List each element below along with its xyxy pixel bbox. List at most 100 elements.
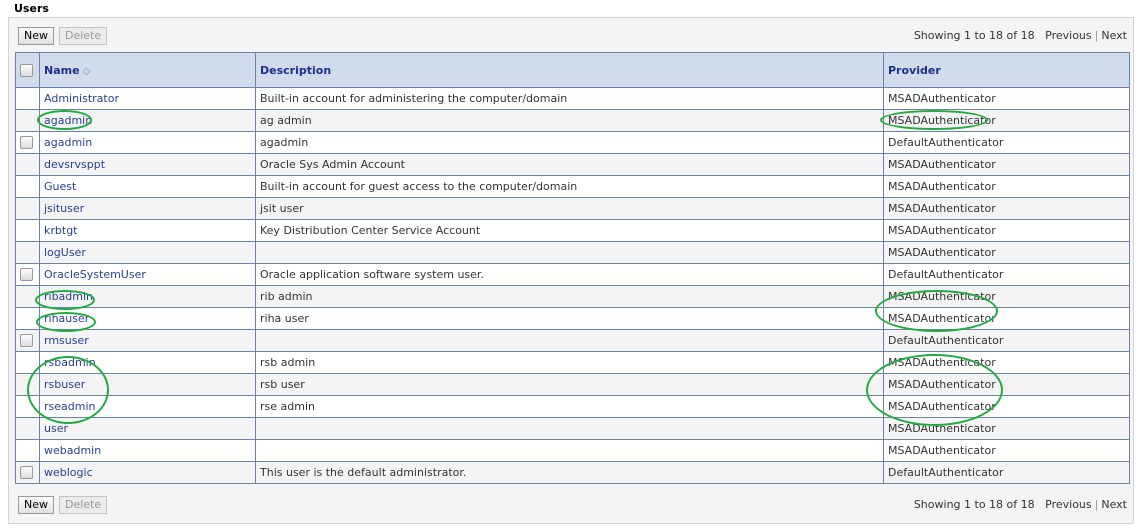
user-description: Oracle Sys Admin Account (255, 153, 884, 176)
user-provider: MSADAuthenticator (883, 153, 1130, 176)
user-description (255, 439, 884, 462)
table-row: rsbuser rsb user MSADAuthenticator (15, 373, 1130, 396)
row-select-cell (15, 461, 40, 484)
user-provider: MSADAuthenticator (883, 109, 1130, 132)
pagination-separator: | (1094, 29, 1099, 42)
user-name-link[interactable]: devsrvsppt (39, 153, 256, 176)
user-name-link[interactable]: weblogic (39, 461, 256, 484)
row-select-cell (15, 417, 40, 440)
user-description (255, 241, 884, 264)
table-row: rmsuser DefaultAuthenticator (15, 329, 1130, 352)
table-header-row: Name ◇ Description Provider (15, 52, 1130, 88)
user-name-link[interactable]: OracleSystemUser (39, 263, 256, 286)
user-name-link[interactable]: agadmin (39, 131, 256, 154)
table-row: rsbadmin rsb admin MSADAuthenticator (15, 351, 1130, 374)
user-description: rsb admin (255, 351, 884, 374)
row-select-cell (15, 439, 40, 462)
row-checkbox[interactable] (20, 466, 33, 480)
user-provider: DefaultAuthenticator (883, 461, 1130, 484)
user-provider: DefaultAuthenticator (883, 329, 1130, 352)
user-description: Built-in account for administering the c… (255, 87, 884, 110)
user-name-link[interactable]: rseadmin (39, 395, 256, 418)
delete-user-button-bottom[interactable]: Delete (59, 496, 108, 514)
row-select-cell (15, 219, 40, 242)
table-row: devsrvsppt Oracle Sys Admin Account MSADAu… (15, 153, 1130, 176)
user-provider: MSADAuthenticator (883, 241, 1130, 264)
user-provider: MSADAuthenticator (883, 87, 1130, 110)
table-row: user MSADAuthenticator (15, 417, 1130, 440)
column-header-description-label: Description (260, 63, 332, 77)
row-select-cell (15, 109, 40, 132)
user-description: Built-in account for guest access to the… (255, 175, 884, 198)
user-description: agadmin (255, 131, 884, 154)
table-row: weblogic This user is the default adminis… (15, 461, 1130, 484)
table-row: jsituser jsit user MSADAuthenticator (15, 197, 1130, 220)
user-description (255, 417, 884, 440)
row-select-cell (15, 153, 40, 176)
user-description: rse admin (255, 395, 884, 418)
new-user-button-bottom[interactable]: New (18, 496, 54, 514)
next-link[interactable]: Next (1101, 498, 1127, 511)
user-provider: MSADAuthenticator (883, 417, 1130, 440)
table-row: webadmin MSADAuthenticator (15, 439, 1130, 462)
new-user-button[interactable]: New (18, 27, 54, 45)
user-provider: DefaultAuthenticator (883, 131, 1130, 154)
pagination-separator: | (1094, 498, 1099, 511)
row-select-cell (15, 87, 40, 110)
user-name-link[interactable]: logUser (39, 241, 256, 264)
row-select-cell (15, 395, 40, 418)
pagination-bottom: Showing 1 to 18 of 18 Previous | Next (914, 498, 1127, 511)
row-checkbox[interactable] (20, 268, 33, 282)
column-header-description: Description (255, 52, 884, 88)
sort-ascending-icon[interactable]: ◇ (83, 66, 91, 77)
user-provider: MSADAuthenticator (883, 351, 1130, 374)
users-table: Name ◇ Description Provider Administrator… (15, 52, 1130, 484)
user-name-link[interactable]: Guest (39, 175, 256, 198)
delete-user-button[interactable]: Delete (59, 27, 108, 45)
user-name-link[interactable]: krbtgt (39, 219, 256, 242)
column-header-provider-label: Provider (888, 63, 941, 77)
table-row: logUser MSADAuthenticator (15, 241, 1130, 264)
select-all-checkbox[interactable] (20, 63, 33, 77)
bottom-toolbar: New Delete Showing 1 to 18 of 18 Previou… (17, 496, 1127, 516)
row-select-cell (15, 241, 40, 264)
row-select-cell (15, 263, 40, 286)
user-name-link[interactable]: ribadmin (39, 285, 256, 308)
pagination-status: Showing 1 to 18 of 18 (913, 498, 1035, 511)
previous-link[interactable]: Previous (1045, 498, 1092, 511)
user-provider: MSADAuthenticator (883, 285, 1130, 308)
user-name-link[interactable]: Administrator (39, 87, 256, 110)
row-checkbox[interactable] (20, 136, 33, 150)
row-select-cell (15, 175, 40, 198)
table-row: Administrator Built-in account for admini… (15, 87, 1130, 110)
table-row: OracleSystemUser Oracle application softw… (15, 263, 1130, 286)
previous-link[interactable]: Previous (1045, 29, 1092, 42)
user-name-link[interactable]: rihauser (39, 307, 256, 330)
user-name-link[interactable]: user (39, 417, 256, 440)
column-header-name[interactable]: Name ◇ (39, 52, 256, 88)
next-link[interactable]: Next (1101, 29, 1127, 42)
row-select-cell (15, 329, 40, 352)
user-name-link[interactable]: jsituser (39, 197, 256, 220)
user-name-link[interactable]: webadmin (39, 439, 256, 462)
row-select-cell (15, 373, 40, 396)
user-description: riha user (255, 307, 884, 330)
pagination-status: Showing 1 to 18 of 18 (913, 29, 1035, 42)
user-description (255, 329, 884, 352)
row-select-cell (15, 285, 40, 308)
user-description: rsb user (255, 373, 884, 396)
column-header-name-label: Name (44, 63, 80, 77)
user-provider: MSADAuthenticator (883, 307, 1130, 330)
users-panel: New Delete Showing 1 to 18 of 18 Previou… (8, 17, 1134, 524)
row-checkbox[interactable] (20, 334, 33, 348)
table-row: rseadmin rse admin MSADAuthenticator (15, 395, 1130, 418)
user-description: Oracle application software system user. (255, 263, 884, 286)
user-name-link[interactable]: agadmin (39, 109, 256, 132)
user-provider: MSADAuthenticator (883, 439, 1130, 462)
user-name-link[interactable]: rsbuser (39, 373, 256, 396)
user-description: ag admin (255, 109, 884, 132)
select-all-header (15, 52, 40, 88)
user-name-link[interactable]: rmsuser (39, 329, 256, 352)
user-provider: MSADAuthenticator (883, 175, 1130, 198)
user-name-link[interactable]: rsbadmin (39, 351, 256, 374)
